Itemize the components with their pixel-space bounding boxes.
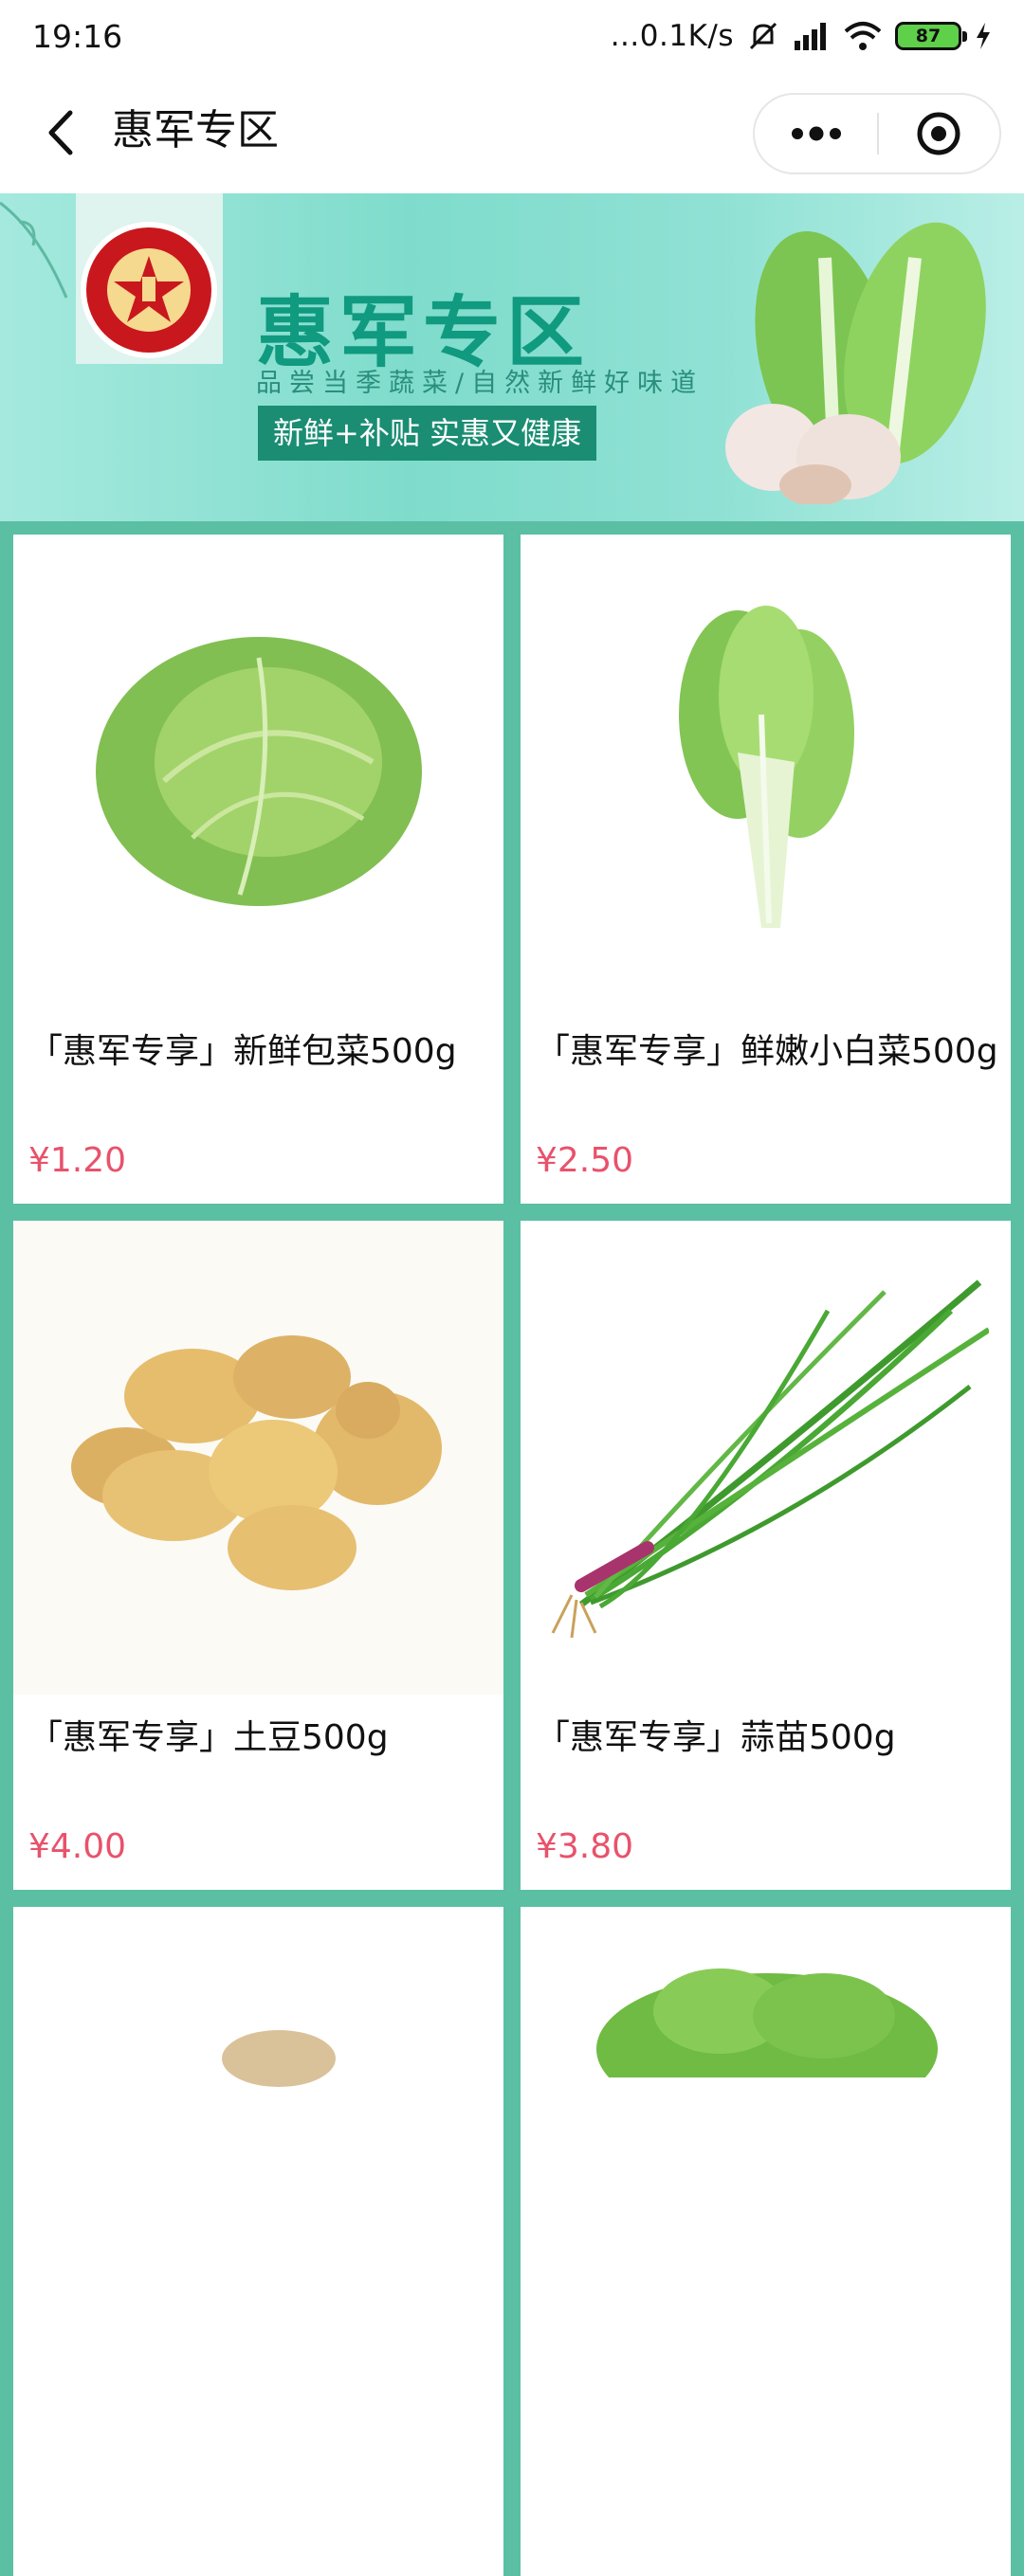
battery-level: 87	[915, 26, 942, 46]
cabbage-icon	[95, 637, 422, 906]
product-price: ¥4.00	[28, 1827, 127, 1866]
more-dots-icon	[791, 126, 841, 141]
product-image	[521, 1221, 1011, 1695]
network-speed: ...0.1K/s	[610, 19, 734, 53]
product-price: ¥1.20	[28, 1141, 127, 1180]
product-card[interactable]: 「惠军专享」蒜苗500g ¥3.80	[521, 1221, 1011, 1890]
lettuce-icon	[596, 1968, 938, 2077]
product-card[interactable]: 「惠军专享」新鲜包菜500g ¥1.20	[13, 535, 503, 1204]
product-grid: 「惠军专享」新鲜包菜500g ¥1.20 「惠军专享」鲜嫩小白菜500g ¥2.…	[13, 535, 1011, 2576]
cabbage-garlic-image	[725, 222, 986, 504]
product-image	[13, 1907, 503, 2381]
promo-banner[interactable]: 惠军专区 品尝当季蔬菜/自然新鲜好味道 新鲜+补贴 实惠又健康	[0, 193, 1024, 521]
product-card[interactable]: 「惠军专享」土豆500g ¥4.00	[13, 1221, 503, 1890]
mute-icon	[747, 20, 779, 52]
leaf-decoration-icon	[0, 201, 68, 299]
product-image	[13, 1221, 503, 1695]
more-button[interactable]	[755, 95, 877, 172]
product-card[interactable]	[13, 1907, 503, 2576]
potato-icon	[70, 1335, 442, 1590]
product-title: 「惠军专享」新鲜包菜500g	[28, 1032, 457, 1071]
nav-bar: 惠军专区	[0, 72, 1024, 193]
chevron-left-icon	[48, 110, 73, 155]
status-icons: ...0.1K/s 87	[611, 19, 992, 53]
product-price: ¥2.50	[536, 1141, 634, 1180]
product-image	[13, 535, 503, 1008]
ginger-icon	[222, 2030, 336, 2087]
banner-subtitle: 品尝当季蔬菜/自然新鲜好味道	[256, 369, 704, 398]
product-title: 「惠军专享」土豆500g	[28, 1718, 389, 1757]
product-price: ¥3.80	[536, 1827, 634, 1866]
banner-logo-panel	[76, 193, 223, 364]
product-title: 「惠军专享」鲜嫩小白菜500g	[536, 1032, 998, 1071]
status-time: 19:16	[32, 17, 123, 55]
product-card[interactable]	[521, 1907, 1011, 2576]
product-image	[521, 535, 1011, 1008]
close-mini-program-button[interactable]	[879, 95, 999, 172]
target-icon	[917, 112, 960, 155]
product-title: 「惠军专享」蒜苗500g	[536, 1718, 896, 1757]
bok-choy-icon	[678, 606, 854, 928]
product-card[interactable]: 「惠军专享」鲜嫩小白菜500g ¥2.50	[521, 535, 1011, 1204]
banner-slogan: 新鲜+补贴 实惠又健康	[258, 406, 596, 461]
signal-icon	[793, 20, 831, 52]
charging-icon	[975, 22, 992, 50]
emblem-logo-icon	[81, 222, 217, 358]
garlic-sprout-icon	[551, 1279, 989, 1639]
product-image	[521, 1907, 1011, 2381]
battery-icon: 87	[895, 22, 967, 50]
back-button[interactable]	[36, 102, 83, 163]
wifi-icon	[844, 20, 882, 52]
status-bar: 19:16 ...0.1K/s 87	[0, 0, 1024, 72]
page-title: 惠军专区	[112, 106, 279, 154]
mini-program-capsule	[753, 93, 1001, 174]
